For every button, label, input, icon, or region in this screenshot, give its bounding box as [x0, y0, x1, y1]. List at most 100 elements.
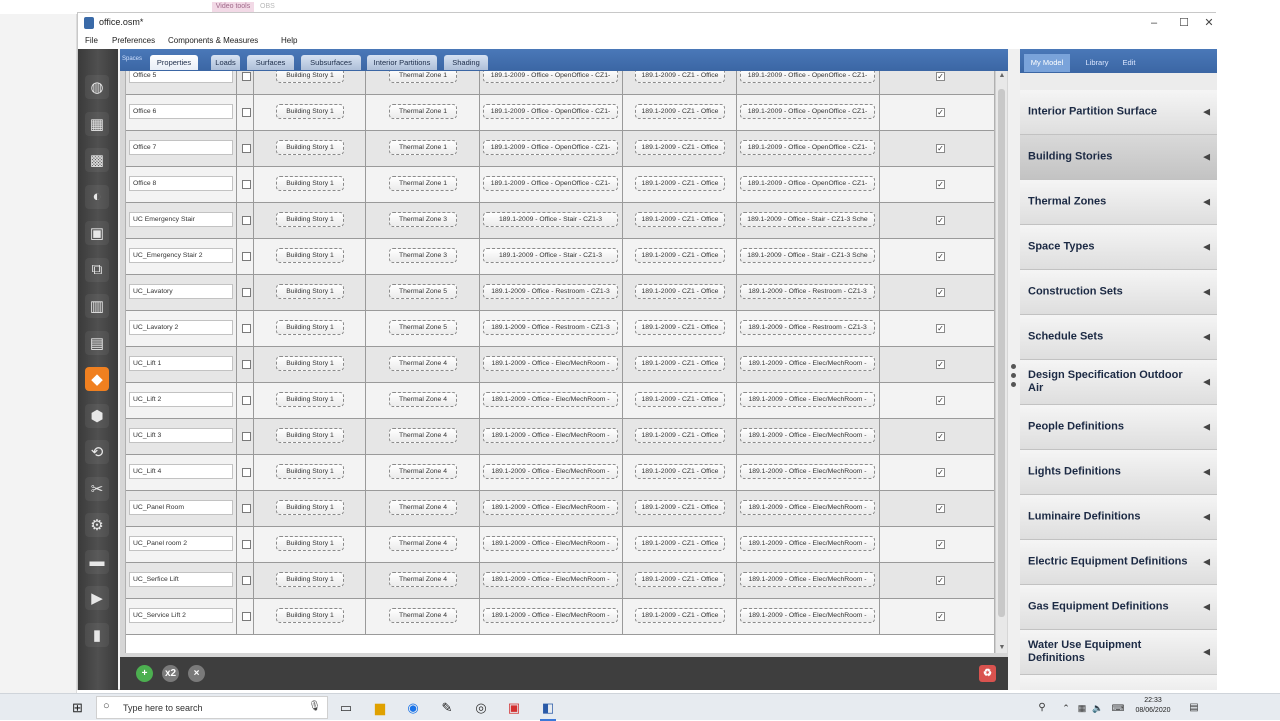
construction-icon[interactable]: ▩	[85, 148, 109, 172]
microphone-icon[interactable]: 🎙	[308, 701, 321, 712]
openstudio-icon[interactable]: ◧	[538, 698, 558, 721]
keyboard-icon[interactable]: ⌨	[1108, 698, 1128, 718]
space-types-icon[interactable]: ▣	[85, 221, 109, 245]
chrome-icon[interactable]: ◉	[403, 698, 423, 718]
spaces-icon[interactable]: ▤	[85, 330, 109, 355]
space-name-field[interactable]: Office 6	[129, 104, 233, 119]
building-story-dropdown[interactable]: Building Story 1	[276, 284, 344, 299]
part-of-total-area-checkbox[interactable]: ✓	[936, 324, 945, 333]
select-checkbox[interactable]	[242, 612, 251, 621]
file-explorer-icon[interactable]: ▆	[370, 698, 390, 718]
space-type-dropdown[interactable]: 189.1-2009 - Office - Elec/MechRoom -	[483, 428, 618, 443]
scroll-down-arrow-icon[interactable]: ▼	[996, 643, 1008, 653]
part-of-total-area-checkbox[interactable]: ✓	[936, 72, 945, 81]
construction-set-dropdown[interactable]: 189.1-2009 - CZ1 - Office	[635, 536, 725, 551]
schedule-set-dropdown[interactable]: 189.1-2009 - Office - Elec/MechRoom -	[740, 356, 875, 371]
space-name-field[interactable]: UC Emergency Stair	[129, 212, 233, 227]
menu-preferences[interactable]: Preferences	[112, 36, 155, 45]
thermal-zone-dropdown[interactable]: Thermal Zone 4	[389, 608, 457, 623]
construction-set-dropdown[interactable]: 189.1-2009 - CZ1 - Office	[635, 428, 725, 443]
library-item[interactable]: Interior Partition Surface ◀	[1020, 90, 1217, 135]
library-item[interactable]: Schedule Sets ◀	[1020, 315, 1217, 360]
construction-set-dropdown[interactable]: 189.1-2009 - CZ1 - Office	[635, 104, 725, 119]
thermal-zone-dropdown[interactable]: Thermal Zone 1	[389, 71, 457, 83]
schedule-set-dropdown[interactable]: 189.1-2009 - Office - Elec/MechRoom -	[740, 536, 875, 551]
library-item[interactable]: Water Heater - Heat Pump -◀	[1020, 675, 1217, 690]
building-story-dropdown[interactable]: Building Story 1	[276, 71, 344, 83]
expand-triangle-icon[interactable]: ◀	[1203, 512, 1210, 523]
splitter-grip[interactable]	[1011, 364, 1016, 369]
expand-triangle-icon[interactable]: ◀	[1203, 377, 1210, 388]
menu-help[interactable]: Help	[281, 36, 297, 45]
construction-set-dropdown[interactable]: 189.1-2009 - CZ1 - Office	[635, 608, 725, 623]
close-button[interactable]: ✕	[1194, 13, 1224, 34]
select-checkbox[interactable]	[242, 504, 251, 513]
obs-icon[interactable]: ◎	[471, 698, 491, 718]
building-story-dropdown[interactable]: Building Story 1	[276, 104, 344, 119]
library-tab-edit[interactable]: Edit	[1117, 54, 1141, 72]
globe-icon[interactable]: ◍	[85, 75, 109, 99]
building-story-dropdown[interactable]: Building Story 1	[276, 320, 344, 335]
expand-triangle-icon[interactable]: ◀	[1203, 467, 1210, 478]
thermal-zone-dropdown[interactable]: Thermal Zone 5	[389, 320, 457, 335]
select-checkbox[interactable]	[242, 288, 251, 297]
space-type-dropdown[interactable]: 189.1-2009 - Office - Restroom - CZ1-3	[483, 320, 618, 335]
building-story-dropdown[interactable]: Building Story 1	[276, 140, 344, 155]
schedule-set-dropdown[interactable]: 189.1-2009 - Office - Elec/MechRoom -	[740, 464, 875, 479]
select-checkbox[interactable]	[242, 468, 251, 477]
select-checkbox[interactable]	[242, 252, 251, 261]
tab-loads[interactable]: Loads	[211, 55, 240, 70]
part-of-total-area-checkbox[interactable]: ✓	[936, 504, 945, 513]
schedule-set-dropdown[interactable]: 189.1-2009 - Office - Elec/MechRoom -	[740, 500, 875, 515]
library-item[interactable]: Building Stories ◀	[1020, 135, 1217, 180]
hvac-icon[interactable]: ⬢	[85, 403, 109, 428]
construction-set-dropdown[interactable]: 189.1-2009 - CZ1 - Office	[635, 572, 725, 587]
schedule-set-dropdown[interactable]: 189.1-2009 - Office - Elec/MechRoom -	[740, 572, 875, 587]
part-of-total-area-checkbox[interactable]: ✓	[936, 180, 945, 189]
geometry-icon[interactable]: ⧉	[85, 257, 109, 282]
variables-icon[interactable]: ⟲	[85, 440, 109, 464]
pdf-reader-icon[interactable]: ▣	[504, 698, 524, 718]
schedule-set-dropdown[interactable]: 189.1-2009 - Office - Restroom - CZ1-3	[740, 284, 875, 299]
space-type-dropdown[interactable]: 189.1-2009 - Office - Elec/MechRoom -	[483, 392, 618, 407]
select-checkbox[interactable]	[242, 216, 251, 225]
thermal-zone-dropdown[interactable]: Thermal Zone 5	[389, 284, 457, 299]
library-tab-my-model[interactable]: My Model	[1024, 54, 1070, 72]
library-item[interactable]: Gas Equipment Definitions ◀	[1020, 585, 1217, 630]
tab-subsurfaces[interactable]: Subsurfaces	[301, 55, 361, 70]
schedule-set-dropdown[interactable]: 189.1-2009 - Office - OpenOffice - CZ1-	[740, 71, 875, 83]
space-name-field[interactable]: Office 5	[129, 71, 233, 83]
expand-triangle-icon[interactable]: ◀	[1203, 152, 1210, 163]
space-name-field[interactable]: UC_Lift 4	[129, 464, 233, 479]
taskbar-clock[interactable]: 22:33 08/06/2020	[1132, 696, 1174, 716]
part-of-total-area-checkbox[interactable]: ✓	[936, 360, 945, 369]
thermal-zone-dropdown[interactable]: Thermal Zone 4	[389, 500, 457, 515]
library-item[interactable]: Lights Definitions ◀	[1020, 450, 1217, 495]
library-item[interactable]: Construction Sets ◀	[1020, 270, 1217, 315]
expand-triangle-icon[interactable]: ◀	[1203, 242, 1210, 253]
space-type-dropdown[interactable]: 189.1-2009 - Office - Elec/MechRoom -	[483, 356, 618, 371]
results-icon[interactable]: ▮	[85, 622, 109, 647]
construction-set-dropdown[interactable]: 189.1-2009 - CZ1 - Office	[635, 71, 725, 83]
select-checkbox[interactable]	[242, 180, 251, 189]
part-of-total-area-checkbox[interactable]: ✓	[936, 144, 945, 153]
construction-set-dropdown[interactable]: 189.1-2009 - CZ1 - Office	[635, 248, 725, 263]
space-type-dropdown[interactable]: 189.1-2009 - Office - Elec/MechRoom -	[483, 572, 618, 587]
taskbar-search[interactable]: ○ Type here to search 🎙	[96, 696, 328, 719]
menu-file[interactable]: File	[85, 36, 98, 45]
schedule-set-dropdown[interactable]: 189.1-2009 - Office - Elec/MechRoom -	[740, 428, 875, 443]
copy-button[interactable]: x2	[162, 665, 179, 682]
part-of-total-area-checkbox[interactable]: ✓	[936, 576, 945, 585]
thermal-zone-dropdown[interactable]: Thermal Zone 3	[389, 248, 457, 263]
expand-triangle-icon[interactable]: ◀	[1203, 602, 1210, 613]
schedule-set-dropdown[interactable]: 189.1-2009 - Office - OpenOffice - CZ1-	[740, 176, 875, 191]
building-story-dropdown[interactable]: Building Story 1	[276, 248, 344, 263]
expand-triangle-icon[interactable]: ◀	[1203, 197, 1210, 208]
select-checkbox[interactable]	[242, 576, 251, 585]
windows-start-icon[interactable]: ⊞	[72, 700, 83, 716]
building-story-dropdown[interactable]: Building Story 1	[276, 392, 344, 407]
part-of-total-area-checkbox[interactable]: ✓	[936, 288, 945, 297]
space-name-field[interactable]: UC_Lavatory 2	[129, 320, 233, 335]
building-story-dropdown[interactable]: Building Story 1	[276, 356, 344, 371]
part-of-total-area-checkbox[interactable]: ✓	[936, 216, 945, 225]
